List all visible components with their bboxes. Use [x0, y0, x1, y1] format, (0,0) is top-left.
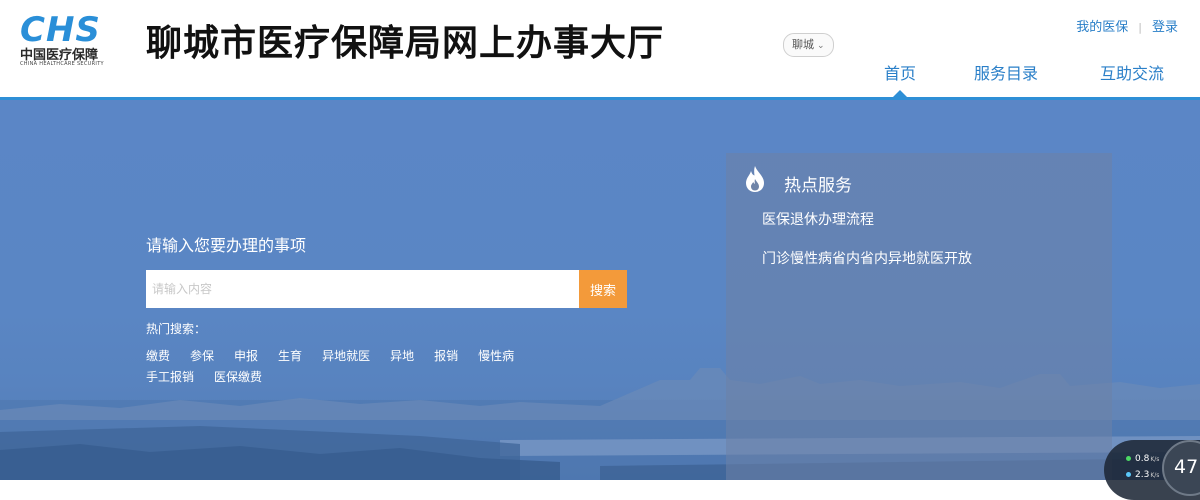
hot-search-row: 手工报销 医保缴费: [146, 368, 282, 385]
my-insurance-link[interactable]: 我的医保: [1076, 20, 1128, 35]
flame-icon: [746, 166, 764, 192]
city-selector-label: 聊城: [792, 38, 814, 51]
login-link[interactable]: 登录: [1152, 20, 1178, 35]
upload-dot-icon: [1126, 456, 1131, 461]
nav-mutual-exchange[interactable]: 互助交流: [1100, 60, 1164, 84]
hot-services-title: 热点服务: [784, 176, 852, 196]
nav-home[interactable]: 首页: [884, 60, 916, 98]
hot-search-item[interactable]: 申报: [234, 349, 258, 363]
top-links: 我的医保 | 登录: [1076, 16, 1178, 35]
download-dot-icon: [1126, 472, 1131, 477]
search-input[interactable]: [146, 270, 579, 308]
upload-speed-value: 0.8: [1135, 454, 1150, 464]
hot-search-item[interactable]: 手工报销: [146, 370, 194, 384]
hot-search-item[interactable]: 异地: [390, 349, 414, 363]
hot-service-link[interactable]: 医保退休办理流程: [762, 209, 874, 229]
hot-search-item[interactable]: 参保: [190, 349, 214, 363]
city-selector[interactable]: 聊城 ⌄: [783, 33, 834, 57]
hero-banner: 请输入您要办理的事项 搜索 热门搜索： 缴费参保申报生育异地就医异地报销慢性病 …: [0, 100, 1200, 480]
speed-gauge-value: 47: [1174, 456, 1199, 478]
download-speed: 2.3K/s: [1126, 470, 1159, 480]
hot-search-item[interactable]: 医保缴费: [214, 370, 262, 384]
hot-search-item[interactable]: 慢性病: [478, 349, 514, 363]
hot-search-label: 热门搜索：: [146, 322, 207, 336]
main-nav: 首页 服务目录 互助交流: [0, 60, 1200, 100]
upload-speed: 0.8K/s: [1126, 454, 1159, 464]
hot-search-item[interactable]: 异地就医: [322, 349, 370, 363]
hot-services-panel: 热点服务 医保退休办理流程 门诊慢性病省内省内异地就医开放: [726, 153, 1112, 480]
link-separator: |: [1138, 21, 1142, 34]
hot-service-link[interactable]: 门诊慢性病省内省内异地就医开放: [762, 248, 972, 268]
hot-search-item[interactable]: 报销: [434, 349, 458, 363]
site-title: 聊城市医疗保障局网上办事大厅: [146, 23, 665, 64]
site-header: CHS 中国医疗保障 CHINA HEALTHCARE SECURITY 聊城市…: [0, 0, 1200, 100]
hot-search-item[interactable]: 缴费: [146, 349, 170, 363]
download-speed-unit: K/s: [1150, 472, 1160, 479]
download-speed-value: 2.3: [1135, 470, 1150, 480]
upload-speed-unit: K/s: [1150, 456, 1160, 463]
search-prompt: 请输入您要办理的事项: [146, 236, 307, 255]
hot-search-item[interactable]: 生育: [278, 349, 302, 363]
chevron-down-icon: ⌄: [817, 41, 825, 51]
nav-service-catalog[interactable]: 服务目录: [974, 60, 1038, 84]
hot-search-row: 缴费 参保 申报 生育 异地就医 异地 报销 慢性病: [146, 347, 534, 364]
search-button[interactable]: 搜索: [579, 270, 627, 308]
